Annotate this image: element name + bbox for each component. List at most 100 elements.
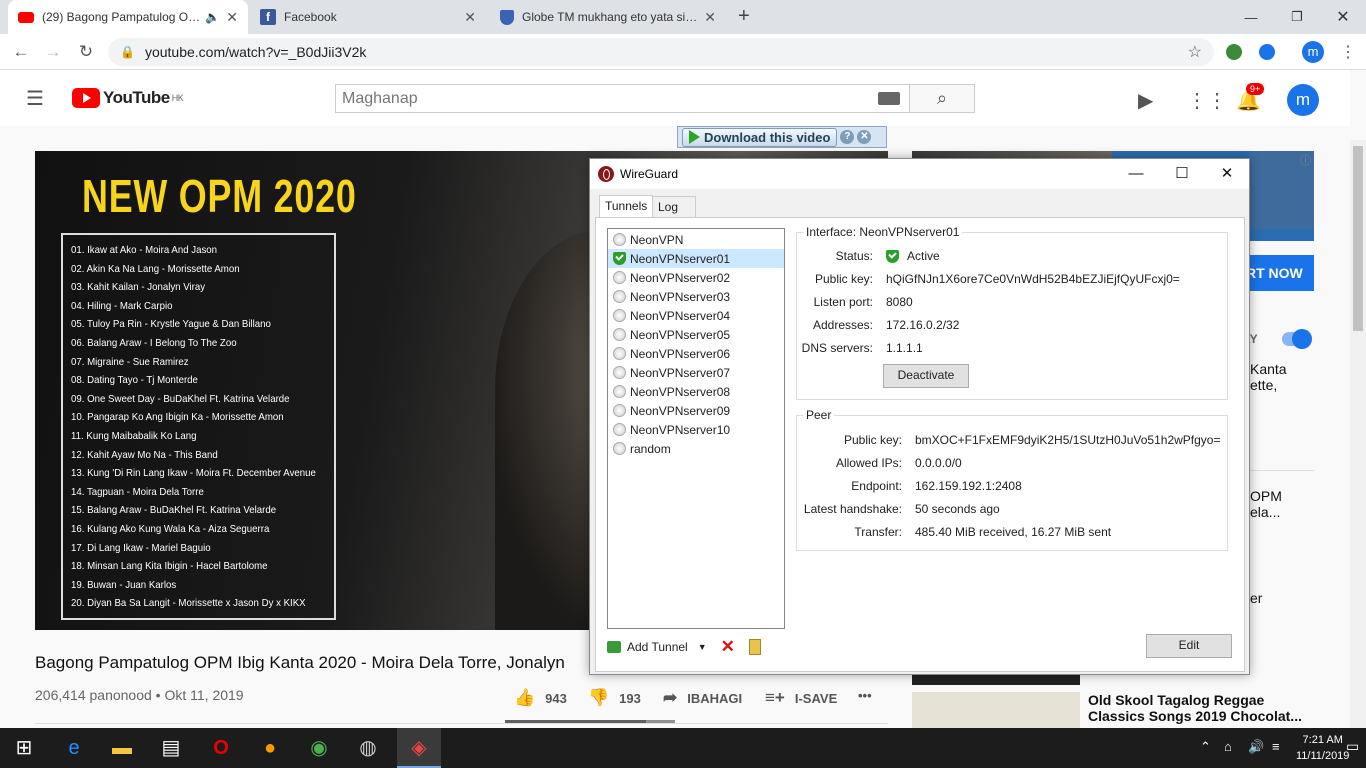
windows-start-icon[interactable]: ⊞ bbox=[10, 734, 38, 762]
download-video-button[interactable]: Download this video bbox=[682, 127, 838, 147]
more-actions-button[interactable]: ••• bbox=[858, 688, 872, 703]
chrome-menu-icon[interactable]: ⋮ bbox=[1340, 42, 1356, 62]
firefox-icon[interactable]: ● bbox=[256, 734, 284, 762]
chrome-icon[interactable]: ◉ bbox=[305, 734, 333, 762]
profile-avatar[interactable]: m bbox=[1302, 41, 1324, 63]
rec-title-1b[interactable]: ette, bbox=[1250, 377, 1277, 393]
tab-globe[interactable]: Globe TM mukhang eto yata sikreto ✕ bbox=[490, 0, 726, 34]
rec-title-1a[interactable]: Kanta bbox=[1250, 361, 1287, 377]
ad-cta-button[interactable]: RT NOW bbox=[1242, 255, 1314, 291]
ad-info-icon[interactable]: ⓘ bbox=[1300, 152, 1311, 168]
tunnel-item[interactable]: NeonVPNserver03 bbox=[608, 287, 784, 306]
dislike-button[interactable]: 👎 193 bbox=[588, 688, 641, 708]
share-button[interactable]: ➦ IBAHAGI bbox=[663, 688, 742, 708]
dislike-count: 193 bbox=[619, 690, 641, 706]
tunnel-item[interactable]: NeonVPNserver06 bbox=[608, 344, 784, 363]
help-icon[interactable]: ? bbox=[840, 130, 855, 144]
tunnel-item[interactable]: NeonVPN bbox=[608, 230, 784, 249]
extension-search-icon[interactable] bbox=[1259, 44, 1275, 60]
close-tab-icon[interactable]: ✕ bbox=[226, 9, 238, 26]
tunnel-item[interactable]: NeonVPNserver04 bbox=[608, 306, 784, 325]
restore-icon[interactable]: ❐ bbox=[1274, 0, 1320, 34]
back-arrow-icon[interactable]: ← bbox=[10, 42, 32, 62]
new-tab-button[interactable]: + bbox=[738, 5, 750, 28]
add-tunnel-dropdown-icon[interactable]: ▼ bbox=[698, 642, 707, 652]
tunnel-item[interactable]: NeonVPNserver09 bbox=[608, 401, 784, 420]
forward-arrow-icon[interactable]: → bbox=[42, 42, 64, 62]
bookmark-star-icon[interactable]: ☆ bbox=[1188, 42, 1202, 62]
close-icon[interactable]: ✕ bbox=[857, 130, 872, 144]
like-button[interactable]: 👍 943 bbox=[514, 688, 567, 708]
peer-heading: Peer bbox=[803, 408, 835, 422]
tunnel-item[interactable]: NeonVPNserver08 bbox=[608, 382, 784, 401]
tunnel-item[interactable]: random bbox=[608, 439, 784, 458]
delete-tunnel-icon[interactable]: ✕ bbox=[721, 637, 735, 657]
notifications-icon[interactable]: ▭ bbox=[1346, 738, 1359, 755]
tray-chevron-icon[interactable]: ⌃ bbox=[1200, 739, 1211, 755]
opera-icon[interactable]: O bbox=[207, 734, 235, 762]
maximize-icon[interactable]: ☐ bbox=[1159, 159, 1205, 189]
rec-title-2b[interactable]: ela... bbox=[1250, 504, 1280, 520]
edge-browser-icon[interactable]: e bbox=[60, 734, 88, 762]
youtube-logo[interactable]: YouTube HK bbox=[72, 88, 184, 108]
volume-icon[interactable]: 🔊 bbox=[1248, 739, 1264, 755]
active-shield-icon bbox=[886, 249, 899, 263]
save-button[interactable]: ≡+ I-SAVE bbox=[765, 688, 837, 708]
tunnel-item[interactable]: NeonVPNserver10 bbox=[608, 420, 784, 439]
add-tunnel-button[interactable]: Add Tunnel bbox=[627, 640, 688, 654]
rec-thumbnail[interactable] bbox=[912, 692, 1080, 732]
scrollbar-thumb[interactable] bbox=[1353, 146, 1363, 331]
close-window-icon[interactable]: ✕ bbox=[1204, 159, 1250, 189]
tab-facebook[interactable]: f Facebook ✕ bbox=[250, 0, 486, 34]
url-bar[interactable]: 🔒 youtube.com/watch?v=_B0dJii3V2k ☆ bbox=[108, 38, 1214, 66]
rec-title-4[interactable]: Old Skool Tagalog Reggae Classics Songs … bbox=[1088, 692, 1302, 724]
minimize-icon[interactable]: — bbox=[1228, 0, 1274, 34]
search-input[interactable]: Maghanap bbox=[335, 84, 910, 113]
system-clock[interactable]: 7:21 AM 11/11/2019 bbox=[1296, 732, 1349, 764]
tunnel-item[interactable]: NeonVPNserver05 bbox=[608, 325, 784, 344]
language-icon[interactable]: ≡ bbox=[1272, 739, 1280, 754]
tunnel-name: NeonVPNserver01 bbox=[630, 251, 731, 266]
track-item: 04. Hiling - Mark Carpio bbox=[71, 299, 173, 312]
close-window-icon[interactable]: ✕ bbox=[1320, 0, 1366, 34]
view-count: 206,414 panonood • Okt 11, 2019 bbox=[35, 687, 244, 703]
tunnel-name: NeonVPNserver10 bbox=[630, 422, 731, 437]
export-zip-icon[interactable] bbox=[748, 639, 761, 655]
minimize-icon[interactable]: — bbox=[1113, 159, 1159, 189]
apps-grid-icon[interactable]: ⋮⋮ bbox=[1187, 88, 1227, 113]
create-video-icon[interactable]: ▶ bbox=[1138, 88, 1153, 113]
close-tab-icon[interactable]: ✕ bbox=[464, 9, 476, 26]
tab-youtube[interactable]: (29) Bagong Pampatulog OPM Ibig Kanta 20… bbox=[8, 0, 248, 34]
close-tab-icon[interactable]: ✕ bbox=[704, 9, 716, 26]
keyboard-icon[interactable] bbox=[878, 92, 900, 105]
deactivate-button[interactable]: Deactivate bbox=[883, 364, 969, 388]
tunnel-item[interactable]: NeonVPNserver01 bbox=[608, 249, 784, 268]
tab-title: Globe TM mukhang eto yata sikreto bbox=[522, 10, 699, 24]
tab-tunnels[interactable]: Tunnels bbox=[599, 195, 654, 218]
reload-icon[interactable]: ↻ bbox=[75, 42, 97, 62]
track-item: 17. Di Lang Ikaw - Mariel Baguio bbox=[71, 541, 211, 554]
tunnel-list[interactable]: NeonVPN NeonVPNserver01 NeonVPNserver02 Neo… bbox=[607, 228, 785, 629]
extension-globe-icon[interactable] bbox=[1226, 44, 1242, 60]
window-title: WireGuard bbox=[620, 167, 679, 181]
speaker-icon[interactable]: 🔈 bbox=[205, 10, 220, 24]
track-item: 14. Tagpuan - Moira Dela Torre bbox=[71, 485, 204, 498]
search-button[interactable]: ⌕ bbox=[909, 84, 975, 113]
wireguard-taskbar-icon[interactable]: ◈ bbox=[397, 728, 441, 768]
store-icon[interactable]: ▤ bbox=[157, 734, 185, 762]
tab-log[interactable]: Log bbox=[652, 196, 696, 218]
inactive-dot-icon bbox=[613, 404, 626, 417]
file-explorer-icon[interactable]: ▬ bbox=[108, 734, 136, 762]
hamburger-menu-icon[interactable]: ☰ bbox=[26, 86, 44, 111]
transfer-label: Transfer: bbox=[854, 525, 902, 539]
tunnel-item[interactable]: NeonVPNserver02 bbox=[608, 268, 784, 287]
app-icon[interactable]: ◍ bbox=[354, 734, 382, 762]
network-icon[interactable]: ⌂ bbox=[1224, 739, 1232, 754]
user-avatar[interactable]: m bbox=[1287, 84, 1319, 116]
page-scrollbar[interactable] bbox=[1350, 140, 1366, 768]
tunnel-item[interactable]: NeonVPNserver07 bbox=[608, 363, 784, 382]
rec-title-2a[interactable]: OPM bbox=[1250, 488, 1282, 504]
autoplay-toggle[interactable] bbox=[1282, 329, 1312, 349]
edit-button[interactable]: Edit bbox=[1146, 634, 1232, 658]
rec-title-3[interactable]: er bbox=[1250, 590, 1262, 606]
